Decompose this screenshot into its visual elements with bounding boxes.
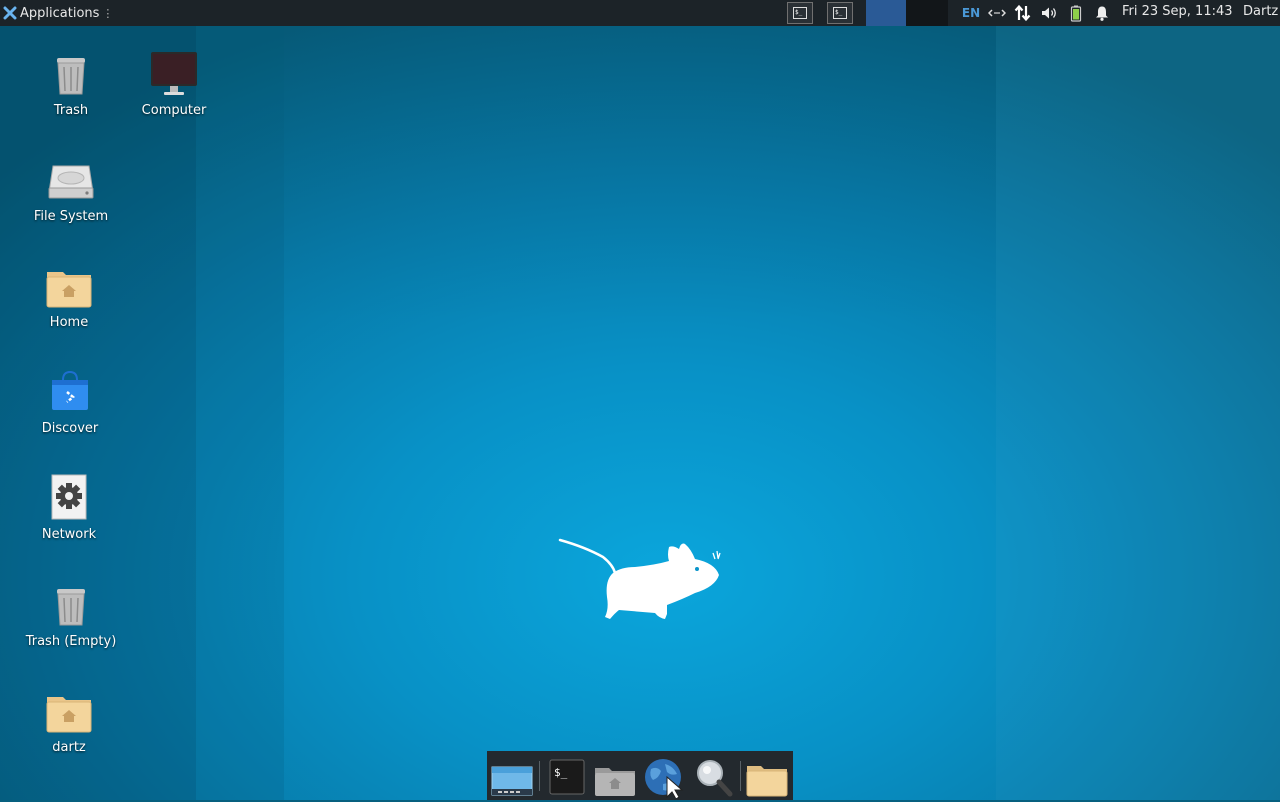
network-gear-icon <box>51 474 87 520</box>
computer-icon <box>151 52 197 95</box>
desktop-icon-label: Discover <box>41 421 99 436</box>
network-transfer-icon[interactable] <box>988 4 1006 22</box>
desktop-icon-discover[interactable]: Discover <box>15 368 125 436</box>
show-desktop-icon <box>491 766 533 796</box>
trash-icon <box>57 58 85 95</box>
taskbar-window-terminal-2[interactable]: $_ <box>827 2 853 24</box>
dock-panel: $_ <box>487 751 793 800</box>
web-browser-icon <box>645 759 684 800</box>
terminal-icon: $_ <box>793 7 807 19</box>
app-finder-icon <box>697 760 733 797</box>
xfce-mouse-logo <box>558 538 721 619</box>
home-folder-icon <box>46 272 92 308</box>
wallpaper-band <box>996 26 1280 800</box>
dock-app-finder[interactable] <box>691 756 735 798</box>
desktop-icon-label: dartz <box>52 740 86 755</box>
dock-separator <box>740 761 741 791</box>
terminal-prompt: $_ <box>554 766 568 779</box>
battery-icon[interactable] <box>1067 4 1085 22</box>
desktop-icon-network[interactable]: Network <box>14 474 124 542</box>
dock-separator <box>539 761 540 791</box>
taskbar-window-terminal-1[interactable]: $_ <box>787 2 813 24</box>
terminal-icon: $_ <box>833 7 847 19</box>
menu-handle-icon: ⋮ <box>102 6 114 20</box>
volume-icon[interactable] <box>1040 4 1058 22</box>
terminal-icon: $_ <box>549 759 585 795</box>
desktop-icon-computer[interactable]: Computer <box>119 50 229 118</box>
updown-arrows-icon[interactable] <box>1014 4 1032 22</box>
desktop-icon-label: File System <box>33 209 109 224</box>
clock[interactable]: Fri 23 Sep, 11:43 <box>1122 0 1233 26</box>
keyboard-layout-indicator[interactable]: EN <box>960 0 982 26</box>
workspace-2-button[interactable] <box>906 0 948 26</box>
desktop-icon-dartz[interactable]: dartz <box>14 687 124 755</box>
dock-show-desktop[interactable] <box>490 756 534 798</box>
user-menu-button[interactable]: Dartz <box>1243 0 1278 26</box>
discover-bag-icon <box>52 370 88 410</box>
desktop-icon-home[interactable]: Home <box>14 262 124 330</box>
applications-menu-button[interactable]: Applications ⋮ <box>0 0 113 26</box>
desktop-icon-label: Network <box>41 527 97 542</box>
notification-bell-icon[interactable] <box>1093 4 1111 22</box>
dock-web-browser[interactable] <box>641 756 685 800</box>
desktop-icon-label: Computer <box>141 103 207 118</box>
workspace-1-button[interactable] <box>866 0 906 26</box>
top-panel: Applications ⋮ $_ $_ EN Fri 23 Sep, 11:4… <box>0 0 1280 26</box>
applications-label: Applications <box>20 5 100 21</box>
desktop-icon-file-system[interactable]: File System <box>16 156 126 224</box>
wallpaper-band <box>284 26 996 326</box>
trash-icon <box>57 589 85 626</box>
desktop-icon-label: Trash (Empty) <box>25 634 117 649</box>
desktop-icon-label: Home <box>49 315 89 330</box>
hard-drive-icon <box>48 165 94 199</box>
dock-folder[interactable] <box>745 756 789 798</box>
wallpaper-band <box>196 26 284 800</box>
desktop-icon-label: Trash <box>53 103 89 118</box>
desktop-icon-trash-empty[interactable]: Trash (Empty) <box>16 581 126 649</box>
file-manager-icon <box>595 768 635 796</box>
dock-file-manager[interactable] <box>593 756 637 798</box>
xfce-logo-icon <box>3 6 17 20</box>
dock-terminal[interactable]: $_ <box>545 756 589 798</box>
desktop-icon-trash[interactable]: Trash <box>16 50 126 118</box>
home-folder-icon <box>46 697 92 733</box>
folder-icon <box>746 766 788 797</box>
